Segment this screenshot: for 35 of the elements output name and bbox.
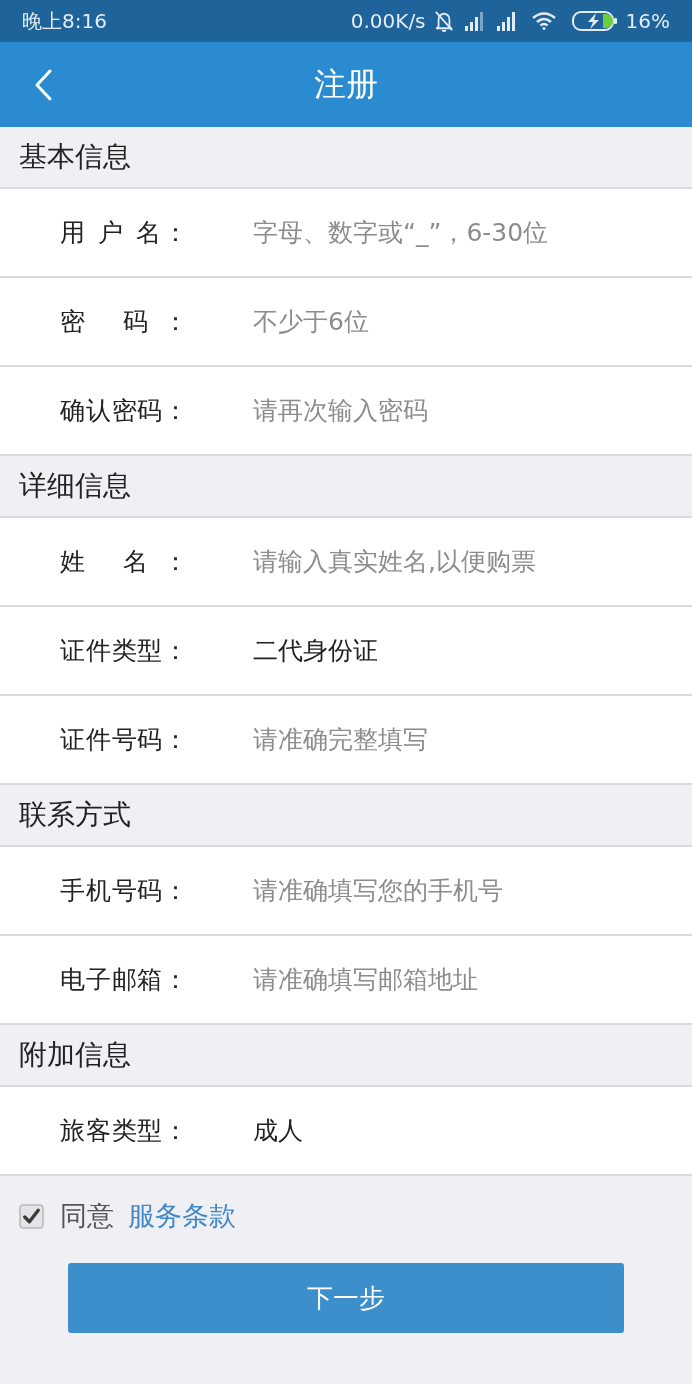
battery-charging-icon <box>571 10 618 32</box>
picker-field[interactable]: 成人 <box>253 1110 303 1151</box>
field-label: 手机号码： <box>60 875 188 907</box>
section-header: 详细信息 <box>0 456 692 518</box>
field-label: 用 户 名： <box>60 217 188 249</box>
field-label: 证件号码： <box>60 724 188 756</box>
checkbox[interactable] <box>19 1203 44 1229</box>
signal-icon <box>495 11 518 31</box>
signal-icon <box>463 11 486 31</box>
text-input[interactable]: 字母、数字或“_”，6-30位 <box>253 212 672 253</box>
field-label: 旅客类型： <box>60 1115 188 1147</box>
back-icon[interactable] <box>34 69 52 101</box>
field-label: 电子邮箱： <box>60 964 188 996</box>
text-input[interactable]: 请再次输入密码 <box>253 390 672 431</box>
field-label: 密 码： <box>60 306 188 338</box>
field-label: 确认密码： <box>60 395 188 427</box>
battery-percentage: 16% <box>625 9 670 33</box>
text-input[interactable]: 请准确完整填写 <box>253 719 672 760</box>
field-label: 姓 名： <box>60 546 188 578</box>
text-input[interactable]: 请输入真实姓名,以便购票 <box>253 541 672 582</box>
text-input[interactable]: 请准确填写您的手机号 <box>253 870 672 911</box>
network-speed: 0.00K/s <box>350 9 426 33</box>
agree-text: 同意 <box>60 1199 114 1233</box>
bell-off-icon <box>433 10 454 32</box>
picker-field[interactable]: 二代身份证 <box>253 630 378 671</box>
status-time: 晚上8:16 <box>22 7 107 35</box>
next-button[interactable]: 下一步 <box>68 1263 624 1333</box>
section-header: 联系方式 <box>0 785 692 847</box>
text-input[interactable]: 请准确填写邮箱地址 <box>253 959 672 1000</box>
section-header: 附加信息 <box>0 1025 692 1087</box>
field-label: 证件类型： <box>60 635 188 667</box>
text-input[interactable]: 不少于6位 <box>253 301 672 342</box>
wifi-icon <box>531 12 556 30</box>
nav-title: 注册 <box>314 63 378 105</box>
section-header: 基本信息 <box>0 127 692 189</box>
